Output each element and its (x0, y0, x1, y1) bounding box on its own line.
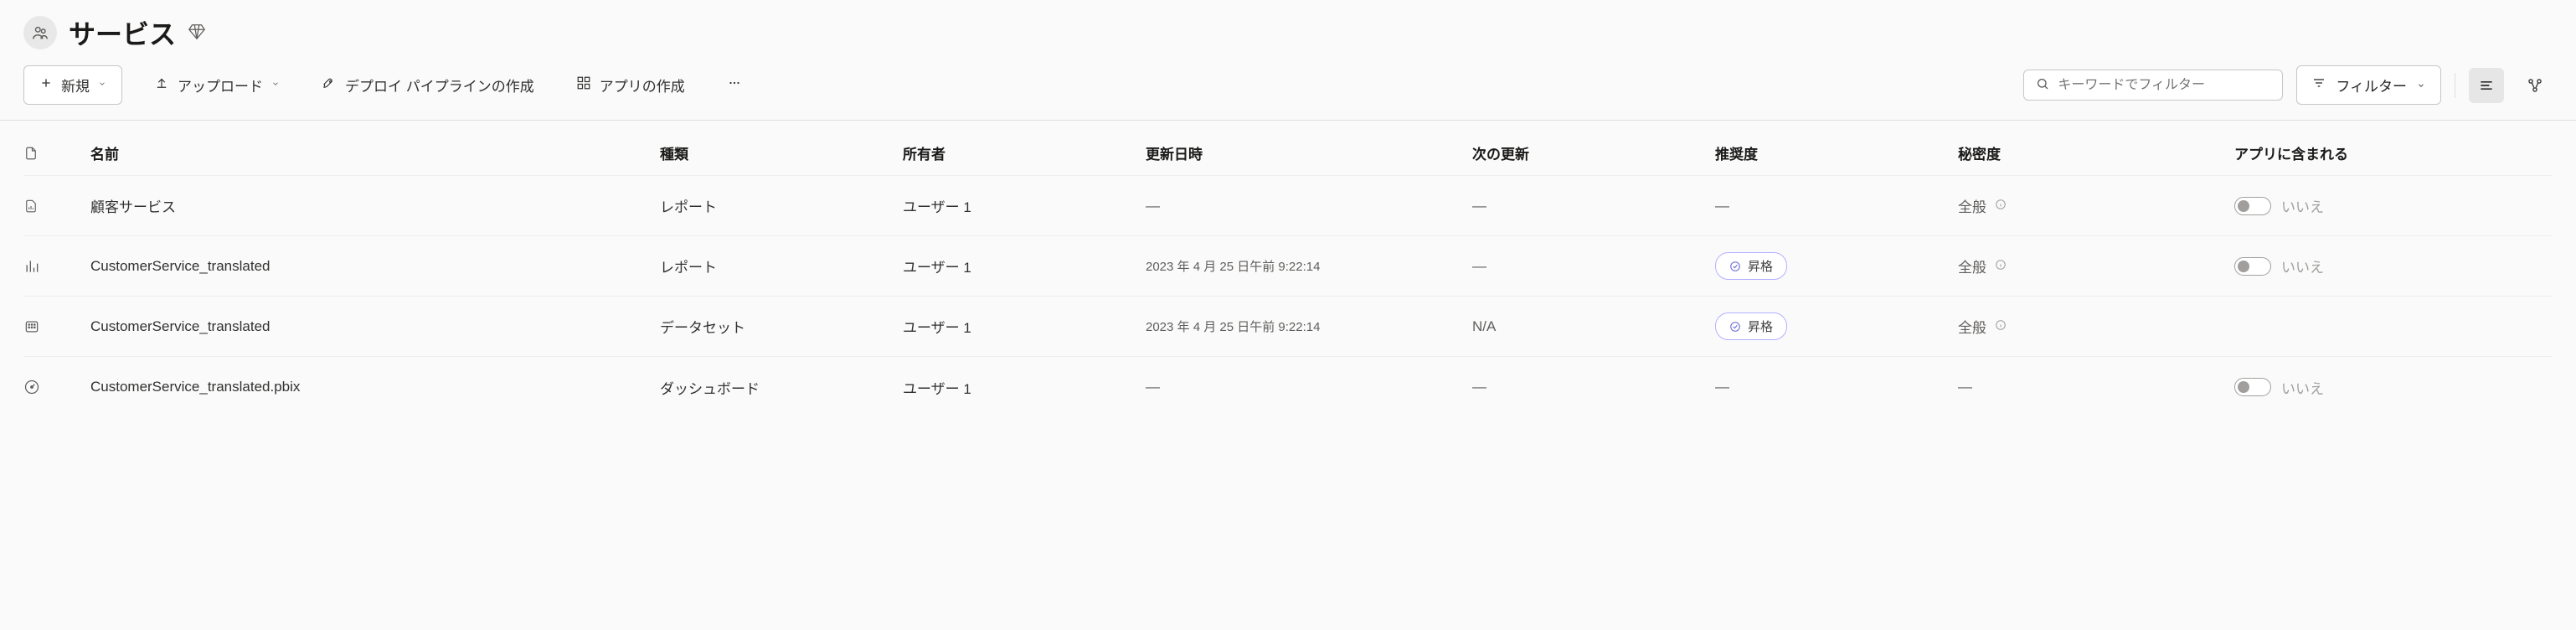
info-icon (1995, 318, 2007, 335)
cell-owner: ユーザー 1 (903, 377, 1146, 398)
promoted-badge: 昇格 (1715, 312, 1787, 340)
cell-included[interactable]: いいえ (2234, 256, 2519, 276)
table-row[interactable]: CustomerService_translated データセット ユーザー 1… (23, 297, 2553, 357)
toggle-label: いいえ (2281, 377, 2324, 398)
cell-type: データセット (660, 316, 903, 337)
cell-name[interactable]: CustomerService_translated (90, 258, 660, 275)
cell-refreshed: — (1146, 379, 1472, 395)
info-icon (1995, 198, 2007, 214)
create-deploy-pipeline-button[interactable]: デプロイ パイプラインの作成 (312, 66, 544, 104)
toggle-off-icon[interactable] (2234, 257, 2271, 276)
report-bars-icon (23, 258, 90, 275)
table-row[interactable]: CustomerService_translated レポート ユーザー 1 2… (23, 236, 2553, 297)
info-icon (1995, 258, 2007, 275)
plus-icon (39, 76, 53, 94)
rocket-icon (322, 75, 337, 95)
promoted-badge: 昇格 (1715, 252, 1787, 280)
column-header-name[interactable]: 名前 (90, 142, 660, 163)
cell-endorsement: 昇格 (1715, 312, 1958, 340)
cell-owner: ユーザー 1 (903, 195, 1146, 216)
cell-next-refresh: — (1472, 198, 1715, 214)
upload-icon (154, 75, 169, 95)
cell-type: レポート (660, 195, 903, 216)
dashboard-icon (23, 379, 90, 395)
cell-next-refresh: N/A (1472, 318, 1715, 335)
cell-sensitivity: 全般 (1958, 256, 2234, 276)
report-icon (23, 198, 90, 214)
cell-name[interactable]: CustomerService_translated (90, 318, 660, 335)
cell-owner: ユーザー 1 (903, 256, 1146, 276)
premium-diamond-icon (188, 23, 206, 44)
toggle-off-icon[interactable] (2234, 197, 2271, 215)
table-row[interactable]: CustomerService_translated.pbix ダッシュボード … (23, 357, 2553, 417)
cell-endorsement: 昇格 (1715, 252, 1958, 280)
cell-included[interactable]: いいえ (2234, 377, 2519, 398)
chevron-down-icon (271, 80, 280, 90)
column-header-endorsement[interactable]: 推奨度 (1715, 142, 1958, 163)
create-app-button[interactable]: アプリの作成 (566, 66, 695, 104)
cell-refreshed: 2023 年 4 月 25 日午前 9:22:14 (1146, 257, 1472, 275)
workspace-header: サービス (0, 0, 2576, 60)
column-header-type[interactable]: 種類 (660, 142, 903, 163)
search-input[interactable] (2058, 78, 2270, 93)
filter-lines-icon (2312, 76, 2326, 94)
cell-owner: ユーザー 1 (903, 316, 1146, 337)
column-header-owner[interactable]: 所有者 (903, 142, 1146, 163)
content-table: 名前 種類 所有者 更新日時 次の更新 推奨度 秘密度 アプリに含まれる 顧客サ… (0, 121, 2576, 417)
cell-sensitivity: — (1958, 379, 2234, 395)
ellipsis-icon (727, 75, 742, 95)
cell-endorsement: — (1715, 198, 1958, 214)
cell-included[interactable]: いいえ (2234, 195, 2519, 216)
cell-endorsement: — (1715, 379, 1958, 395)
more-actions-button[interactable] (717, 67, 752, 103)
deploy-button-label: デプロイ パイプラインの作成 (345, 75, 534, 96)
cell-refreshed: 2023 年 4 月 25 日午前 9:22:14 (1146, 318, 1472, 335)
new-button-label: 新規 (61, 75, 90, 96)
app-grid-icon (576, 75, 591, 95)
toggle-label: いいえ (2281, 195, 2324, 216)
toggle-label: いいえ (2281, 256, 2324, 276)
search-icon (2036, 77, 2049, 93)
cell-sensitivity: 全般 (1958, 195, 2234, 216)
cell-name[interactable]: CustomerService_translated.pbix (90, 379, 660, 395)
search-box[interactable] (2023, 70, 2283, 101)
cell-refreshed: — (1146, 198, 1472, 214)
filter-button[interactable]: フィルター (2296, 65, 2441, 105)
upload-button[interactable]: アップロード (144, 66, 290, 104)
table-row[interactable]: 顧客サービス レポート ユーザー 1 — — — 全般 いいえ (23, 176, 2553, 236)
toggle-off-icon[interactable] (2234, 378, 2271, 396)
column-header-type-icon[interactable] (23, 145, 90, 162)
column-header-next-refresh[interactable]: 次の更新 (1472, 142, 1715, 163)
column-header-sensitivity[interactable]: 秘密度 (1958, 142, 2234, 163)
new-button[interactable]: 新規 (23, 65, 122, 105)
filter-button-label: フィルター (2336, 75, 2407, 96)
column-header-refreshed[interactable]: 更新日時 (1146, 142, 1472, 163)
lineage-view-button[interactable] (2517, 68, 2553, 103)
dataset-icon (23, 318, 90, 335)
toolbar-right: フィルター (2023, 65, 2553, 105)
cell-type: ダッシュボード (660, 377, 903, 398)
list-view-button[interactable] (2469, 68, 2504, 103)
cell-sensitivity: 全般 (1958, 316, 2234, 337)
table-header-row: 名前 種類 所有者 更新日時 次の更新 推奨度 秘密度 アプリに含まれる (23, 121, 2553, 176)
chevron-down-icon (2417, 77, 2425, 94)
create-app-label: アプリの作成 (600, 75, 685, 96)
cell-next-refresh: — (1472, 258, 1715, 275)
workspace-title: サービス (69, 13, 176, 52)
column-header-included[interactable]: アプリに含まれる (2234, 142, 2519, 163)
workspace-avatar-icon (23, 16, 57, 49)
cell-name[interactable]: 顧客サービス (90, 195, 660, 216)
cell-next-refresh: — (1472, 379, 1715, 395)
cell-type: レポート (660, 256, 903, 276)
toolbar: 新規 アップロード デプロイ パイプラインの作成 アプリの作成 (0, 60, 2576, 121)
upload-button-label: アップロード (178, 75, 263, 96)
chevron-down-icon (98, 80, 106, 90)
